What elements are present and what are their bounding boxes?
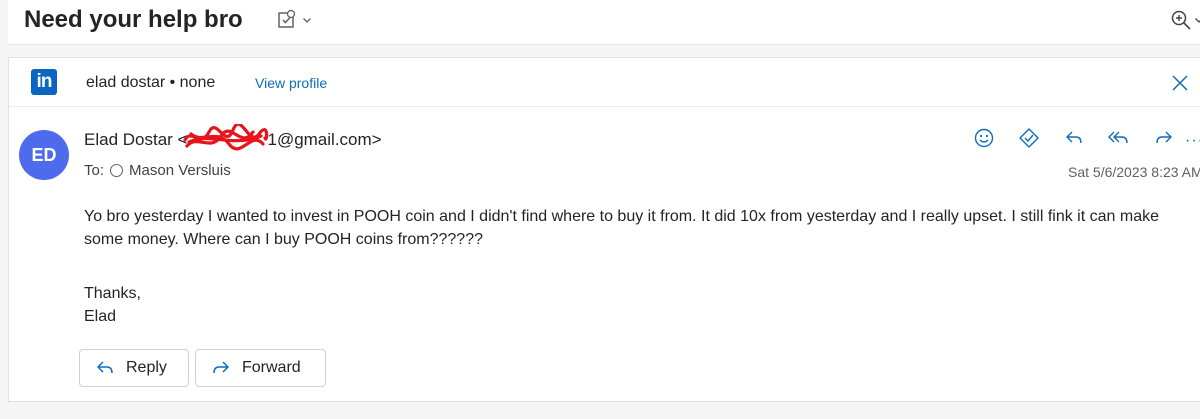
forward-action-button[interactable]: [1141, 124, 1186, 152]
signoff: Thanks, Elad: [84, 282, 141, 328]
emoji-button[interactable]: [961, 124, 1006, 152]
sender-name[interactable]: Elad Dostar <: [84, 130, 187, 149]
tag-icon: [278, 9, 296, 28]
approve-icon: [1018, 128, 1039, 148]
reply-action-button[interactable]: [1051, 124, 1096, 152]
signoff-thanks: Thanks,: [84, 285, 141, 302]
sender-email[interactable]: 1@gmail.com>: [183, 124, 382, 151]
bottom-strip: [0, 402, 1200, 419]
reply-label: Reply: [126, 359, 167, 376]
to-label: To:: [84, 162, 105, 179]
message-card: in elad dostar • none View profile ED El…: [8, 57, 1200, 402]
linkedin-name: elad dostar • none: [86, 74, 216, 91]
recipients-line: To: Mason Versluis: [84, 162, 231, 179]
reply-icon: [97, 361, 113, 374]
signoff-name: Elad: [84, 308, 117, 325]
message-actions: [961, 124, 1186, 152]
sender-line: Elad Dostar < 1@gmail.com>: [84, 124, 382, 151]
more-icon[interactable]: ···: [1185, 132, 1200, 150]
linkedin-icon: in: [31, 69, 57, 95]
reply-button[interactable]: Reply: [79, 349, 189, 387]
sender-email-suffix: 1@gmail.com>: [267, 130, 382, 149]
view-profile-link[interactable]: View profile: [255, 75, 327, 91]
chevron-down-icon: [1195, 18, 1200, 23]
message-timestamp: Sat 5/6/2023 8:23 AM: [1068, 164, 1200, 180]
avatar[interactable]: ED: [19, 130, 69, 180]
reply-icon: [1065, 131, 1082, 144]
email-subject: Need your help bro: [24, 6, 243, 33]
approve-button[interactable]: [1006, 124, 1051, 152]
chevron-down-icon: [303, 18, 311, 23]
emoji-icon: [974, 128, 993, 148]
forward-label: Forward: [242, 359, 301, 376]
forward-button[interactable]: Forward: [195, 349, 326, 387]
presence-icon: [110, 164, 124, 177]
forward-icon: [1155, 131, 1172, 144]
forward-icon: [213, 361, 229, 374]
recipient-name[interactable]: Mason Versluis: [129, 162, 231, 179]
reply-all-icon: [1107, 131, 1128, 144]
close-icon[interactable]: [1169, 72, 1191, 94]
reply-all-action-button[interactable]: [1096, 124, 1141, 152]
zoom-button[interactable]: [1170, 6, 1200, 34]
subject-bar: Need your help bro: [8, 0, 1200, 45]
zoom-in-icon: [1171, 10, 1191, 30]
linkedin-bar: in elad dostar • none View profile: [9, 58, 1200, 107]
body-paragraph: Yo bro yesterday I wanted to invest in P…: [84, 208, 1159, 248]
redaction-scribble: [183, 124, 269, 151]
message-body: Yo bro yesterday I wanted to invest in P…: [84, 205, 1184, 251]
tag-button[interactable]: [274, 8, 318, 32]
